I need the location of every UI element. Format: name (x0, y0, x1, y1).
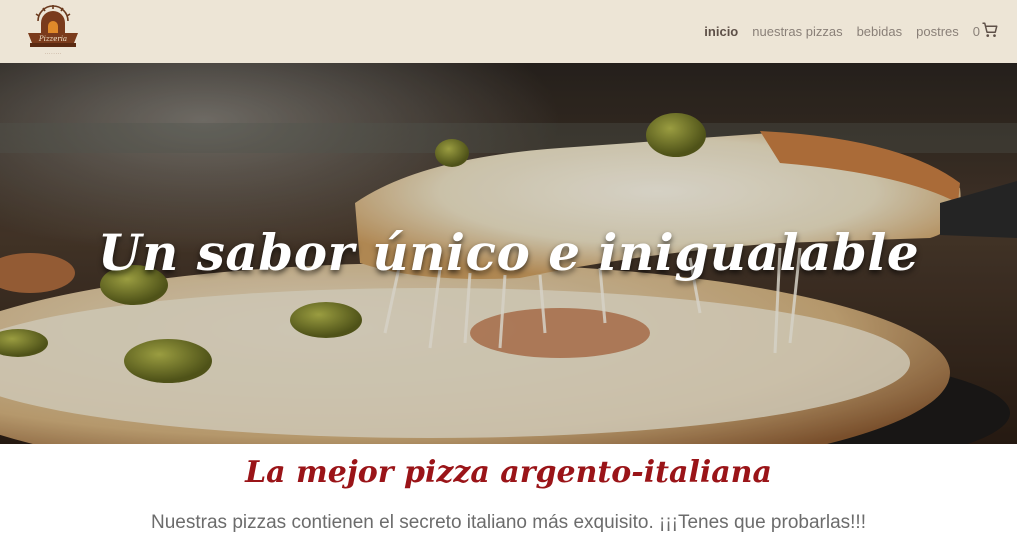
hero-title: Un sabor único e inigualable (97, 223, 920, 282)
nav-inicio[interactable]: inicio (704, 24, 738, 39)
nav-postres[interactable]: postres (916, 24, 959, 39)
shopping-cart-icon (980, 21, 999, 42)
nav-nuestras-pizzas[interactable]: nuestras pizzas (752, 24, 842, 39)
site-header: Pizzeria · · · · · · · · inicio nuestras… (0, 0, 1017, 63)
pizzeria-logo[interactable]: Pizzeria · · · · · · · · (24, 3, 82, 59)
hero-banner: Un sabor único e inigualable (0, 63, 1017, 444)
cart-count: 0 (972, 23, 980, 39)
section-subtitle: Nuestras pizzas contienen el secreto ita… (151, 512, 866, 533)
section-tagline: La mejor pizza argento-italiana (245, 455, 772, 490)
svg-text:· · · · · · · ·: · · · · · · · · (45, 52, 62, 56)
main-nav: inicio nuestras pizzas bebidas postres 0 (690, 20, 999, 42)
cart-button[interactable]: 0 (973, 21, 999, 42)
nav-bebidas[interactable]: bebidas (857, 24, 903, 39)
svg-text:Pizzeria: Pizzeria (38, 35, 67, 43)
